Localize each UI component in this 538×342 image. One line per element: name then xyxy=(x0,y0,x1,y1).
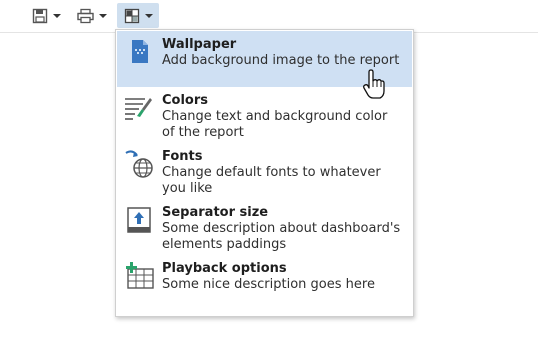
print-button[interactable] xyxy=(72,3,112,28)
print-icon xyxy=(77,8,94,23)
chevron-down-icon xyxy=(99,13,107,18)
chevron-down-icon xyxy=(52,13,61,18)
menu-item-title: Playback options xyxy=(162,261,287,276)
menu-item-title: Fonts xyxy=(162,149,203,164)
chevron-down-icon xyxy=(144,13,153,18)
menu-item-description: Some description about dashboard's eleme… xyxy=(162,221,401,252)
menu-item-description: Add background image to the report xyxy=(162,53,400,68)
fonts-icon xyxy=(125,150,153,178)
menu-item-description: Change text and background color of the … xyxy=(162,109,388,140)
save-icon xyxy=(32,8,47,23)
menu-item-title: Wallpaper xyxy=(162,37,237,52)
menu-item-description: Change default fonts to whatever you lik… xyxy=(162,165,381,196)
wallpaper-icon xyxy=(132,40,148,63)
separator-size-icon xyxy=(127,207,151,233)
menu-item-playback-options[interactable]: Playback options Some nice description g… xyxy=(117,255,412,311)
playback-options-icon xyxy=(126,262,154,289)
layout-button[interactable] xyxy=(117,3,159,28)
menu-item-description: Some nice description goes here xyxy=(162,277,375,292)
menu-item-fonts[interactable]: Fonts Change default fonts to whatever y… xyxy=(117,143,412,199)
menu-item-title: Separator size xyxy=(162,205,269,220)
colors-icon xyxy=(125,98,152,120)
layout-icon xyxy=(124,8,139,23)
save-button[interactable] xyxy=(26,3,66,28)
hand-cursor-icon xyxy=(363,69,385,99)
menu-item-title: Colors xyxy=(162,93,209,108)
menu-item-separator-size[interactable]: Separator size Some description about da… xyxy=(117,199,412,255)
